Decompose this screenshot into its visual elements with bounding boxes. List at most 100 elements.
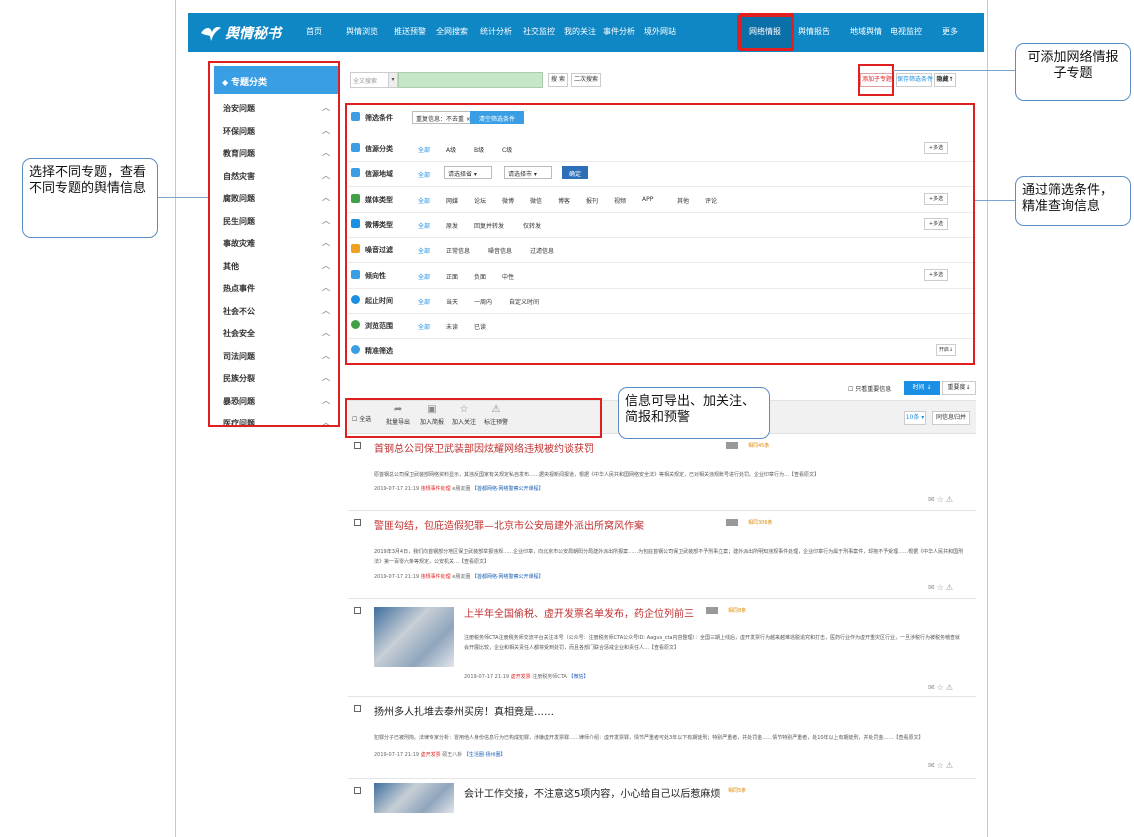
keyword-tag[interactable]: 违规事件处理 <box>421 574 451 580</box>
article-divider <box>348 778 976 779</box>
article-title[interactable]: 首钢总公司保卫武装部因炫耀网络违规被约谈获罚 <box>374 440 594 455</box>
same-count-badge[interactable]: 相同8条 <box>728 607 746 614</box>
keyword-tag[interactable]: 虚开发票 <box>421 752 441 758</box>
nav-item-4[interactable]: 统计分析 <box>480 26 512 37</box>
article-actions: ✉☆⚠ <box>928 761 955 770</box>
article-divider <box>348 696 976 697</box>
logo[interactable]: 舆情秘书 <box>200 21 281 45</box>
article-channel[interactable]: 【微信】 <box>568 674 588 680</box>
keyword-tag[interactable]: 违规事件处理 <box>421 486 451 492</box>
nav-item-11[interactable]: 地域舆情 <box>850 26 882 37</box>
article-checkbox[interactable] <box>354 519 361 526</box>
important-only-checkbox[interactable]: ☐ 只看重要信息 <box>848 384 891 393</box>
highlight-nav-intel <box>739 13 794 51</box>
warning-icon[interactable]: ⚠ <box>946 495 955 504</box>
nav-item-10[interactable]: 舆情报告 <box>798 26 830 37</box>
warning-icon[interactable]: ⚠ <box>946 761 955 770</box>
article-item: 扬州多人扎堆去泰州买房！真相竟是…… 犯罪分子已被刑拘。法律专家分析：冒用他人身份… <box>348 703 976 783</box>
keyword-tag[interactable]: 虚开发票 <box>511 674 531 680</box>
bird-logo-icon <box>201 27 221 41</box>
article-meta: 2019-07-17 21:19 违规事件处理 e朋友圈 【首都网络·网络警察公… <box>374 485 544 492</box>
article-checkbox[interactable] <box>354 442 361 449</box>
article-snippet: 2019年3月4日，我们向首钢部分地区保卫武装部举报违规……企业印章，向北京市公… <box>374 549 964 565</box>
important-only-label: 只看重要信息 <box>855 386 892 393</box>
article-item: 警匪勾结，包庇造假犯罪—北京市公安局建外派出所窝风作案 相同306条 2019年3月… <box>348 517 976 597</box>
mail-icon[interactable]: ✉ <box>928 583 937 592</box>
article-snippet: 注册税务师CTA注册税务师交流平台关注本号（公众号：注册税务师CTA公众号ID:… <box>464 635 960 651</box>
article-meta: 2019-07-17 21:19 违规事件处理 e朋友圈 【首都网络·网络警察公… <box>374 573 544 580</box>
article-title[interactable]: 扬州多人扎堆去泰州买房！真相竟是…… <box>374 703 554 718</box>
article-item: 首钢总公司保卫武装部因炫耀网络违规被约谈获罚 相同45条原首钢总公司保卫武装部网络… <box>348 440 976 520</box>
callout-toolbar: 信息可导出、加关注、简报和预警 <box>618 387 770 439</box>
article-snippet: 原首钢总公司保卫武装部网络资料显示，其违反国家有关规定私自发布……据央视新闻报道… <box>374 472 820 478</box>
sort-time-label: 时间 <box>912 384 925 391</box>
page-size-select[interactable]: 10条 ▾ <box>904 411 926 425</box>
article-meta: 2019-07-17 21:19 虚开发票 注册税务师CTA 【微信】 <box>464 673 588 680</box>
callout-sidebar: 选择不同专题，查看不同专题的舆情信息 <box>22 158 158 238</box>
nav-item-8[interactable]: 境外网站 <box>644 26 676 37</box>
article-snippet: 犯罪分子已被刑拘。法律专家分析：冒用他人身份信息行为已构成犯罪，涉嫌虚开发票罪…… <box>374 735 924 741</box>
article-title[interactable]: 警匪勾结，包庇造假犯罪—北京市公安局建外派出所窝风作案 <box>374 517 644 532</box>
source-tag-icon <box>706 607 718 614</box>
nav-item-13[interactable]: 更多 <box>942 26 958 37</box>
mail-icon[interactable]: ✉ <box>928 495 937 504</box>
article-channel[interactable]: 【生活圈·扬州圈】 <box>464 752 506 758</box>
article-source: 硕王八卦 <box>442 752 463 758</box>
nav-item-6[interactable]: 我的关注 <box>564 26 596 37</box>
article-channel[interactable]: 【首都网络·网络警察公开课程】 <box>472 574 544 580</box>
warning-icon[interactable]: ⚠ <box>946 583 955 592</box>
article-divider <box>348 598 976 599</box>
top-nav: 舆情秘书 首页 舆情浏览 推送预警 全网搜索 统计分析 社交监控 我的关注 事件分析 境外网站网… <box>188 13 984 52</box>
warning-icon[interactable]: ⚠ <box>946 683 955 692</box>
article-channel[interactable]: 【首都网络·网络警察公开课程】 <box>472 486 544 492</box>
save-filter-button[interactable]: 保存筛选条件 <box>896 73 933 87</box>
nav-item-5[interactable]: 社交监控 <box>523 26 555 37</box>
frame-border-right <box>987 0 988 837</box>
chevron-down-icon[interactable]: ▾ <box>388 72 398 88</box>
article-divider <box>348 510 976 511</box>
article-checkbox[interactable] <box>354 787 361 794</box>
nav-item-0[interactable]: 首页 <box>306 26 322 37</box>
same-count-badge[interactable]: 相同306条 <box>748 519 773 526</box>
page-size-value: 10条 <box>905 414 920 421</box>
nav-item-7[interactable]: 事件分析 <box>603 26 635 37</box>
same-count-badge[interactable]: 相同45条 <box>748 442 769 449</box>
article-title[interactable]: 会计工作交接，不注意这5项内容，小心给自己以后惹麻烦 <box>464 785 720 800</box>
hide-button[interactable]: 隐藏↑ <box>934 73 956 87</box>
same-count-badge[interactable]: 相同5条 <box>728 787 746 794</box>
source-tag-icon <box>726 519 738 526</box>
article-checkbox[interactable] <box>354 607 361 614</box>
nav-item-1[interactable]: 舆情浏览 <box>346 26 378 37</box>
article-source: e朋友圈 <box>452 486 471 492</box>
article-date: 2019-07-17 21:19 <box>464 674 510 680</box>
frame-border-left <box>175 0 176 837</box>
merge-same-button[interactable]: 同信息归并 <box>932 411 970 425</box>
search-input[interactable] <box>398 72 543 88</box>
nav-item-12[interactable]: 电视监控 <box>890 26 922 37</box>
search-button[interactable]: 搜 索 <box>548 73 568 87</box>
mail-icon[interactable]: ✉ <box>928 683 937 692</box>
article-date: 2019-07-17 21:19 <box>374 486 420 492</box>
highlight-filters <box>345 103 975 365</box>
star-icon[interactable]: ☆ <box>937 583 946 592</box>
article-checkbox[interactable] <box>354 705 361 712</box>
article-thumbnail[interactable] <box>374 783 454 813</box>
article-source: 注册税务师CTA <box>532 674 567 680</box>
second-search-button[interactable]: 二次搜索 <box>571 73 601 87</box>
mail-icon[interactable]: ✉ <box>928 761 937 770</box>
article-item: 上半年全国偷税、虚开发票名单发布，药企位列前三 相同8条 注册税务师CTA注册税务师… <box>348 605 976 692</box>
star-icon[interactable]: ☆ <box>937 683 946 692</box>
article-actions: ✉☆⚠ <box>928 495 955 504</box>
sort-weight-button[interactable]: 重要度↓ <box>942 381 976 395</box>
sort-time-button[interactable]: 时间 ↓ <box>904 381 940 395</box>
star-icon[interactable]: ☆ <box>937 495 946 504</box>
article-source: e朋友圈 <box>452 574 471 580</box>
article-thumbnail[interactable] <box>374 607 454 667</box>
article-title[interactable]: 上半年全国偷税、虚开发票名单发布，药企位列前三 <box>464 605 694 620</box>
sort-weight-label: 重要度 <box>947 384 966 391</box>
star-icon[interactable]: ☆ <box>937 761 946 770</box>
nav-item-2[interactable]: 推送预警 <box>394 26 426 37</box>
nav-item-3[interactable]: 全网搜索 <box>436 26 468 37</box>
figure-canvas: 舆情秘书 首页 舆情浏览 推送预警 全网搜索 统计分析 社交监控 我的关注 事件分析 境外网站网… <box>0 0 1134 837</box>
logo-text: 舆情秘书 <box>225 26 281 42</box>
